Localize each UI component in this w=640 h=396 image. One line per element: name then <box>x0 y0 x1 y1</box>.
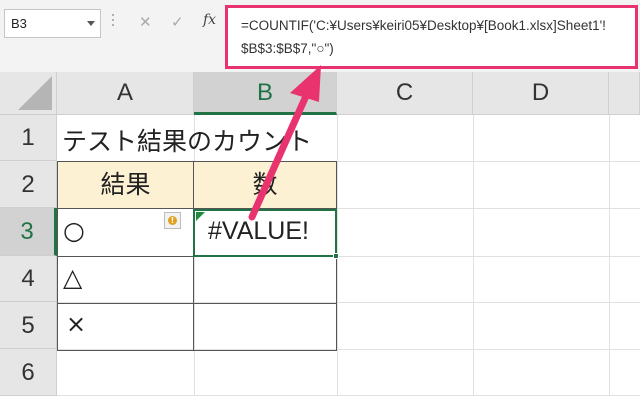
arrow-head <box>290 65 321 102</box>
arrow-annotation-icon <box>248 65 321 221</box>
arrow-shaft <box>248 92 310 221</box>
